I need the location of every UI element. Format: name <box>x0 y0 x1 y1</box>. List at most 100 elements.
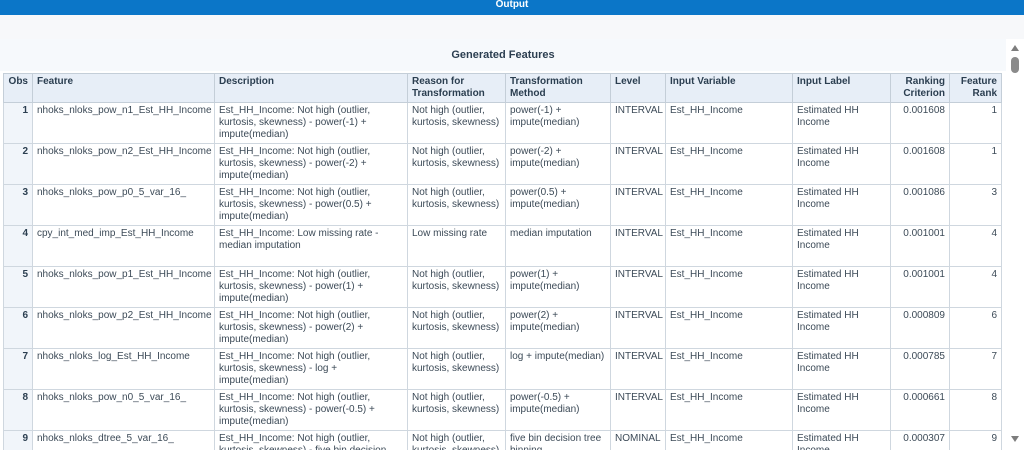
cell-ranking-criterion: 0.000785 <box>890 348 950 390</box>
header-reason[interactable]: Reason for Transformation <box>407 73 506 103</box>
cell-feature: nhoks_nloks_pow_p0_5_var_16_ <box>32 184 215 226</box>
cell-description: Est_HH_Income: Not high (outlier, kurtos… <box>214 143 408 185</box>
cell-feature-rank: 1 <box>949 143 1002 185</box>
cell-input-label: Estimated HH Income <box>792 348 891 390</box>
cell-description: Est_HH_Income: Not high (outlier, kurtos… <box>214 348 408 390</box>
scroll-down-arrow-icon[interactable] <box>1011 436 1019 442</box>
cell-method: power(1) + impute(median) <box>505 266 611 308</box>
cell-method: power(2) + impute(median) <box>505 307 611 349</box>
cell-description: Est_HH_Income: Not high (outlier, kurtos… <box>214 184 408 226</box>
header-method[interactable]: Transformation Method <box>505 73 611 103</box>
cell-feature: nhoks_nloks_pow_n2_Est_HH_Income <box>32 143 215 185</box>
output-title: Output <box>495 0 529 10</box>
table-row: 6 nhoks_nloks_pow_p2_Est_HH_Income Est_H… <box>3 307 1002 349</box>
table-caption: Generated Features <box>0 39 1006 71</box>
cell-feature: nhoks_nloks_pow_p2_Est_HH_Income <box>32 307 215 349</box>
cell-input-label: Estimated HH Income <box>792 143 891 185</box>
cell-obs: 8 <box>3 389 33 431</box>
cell-obs: 9 <box>3 430 33 450</box>
cell-method: five bin decision tree binning <box>505 430 611 450</box>
table-row: 2 nhoks_nloks_pow_n2_Est_HH_Income Est_H… <box>3 143 1002 185</box>
cell-input-variable: Est_HH_Income <box>665 102 793 144</box>
cell-description: Est_HH_Income: Not high (outlier, kurtos… <box>214 266 408 308</box>
cell-input-label: Estimated HH Income <box>792 184 891 226</box>
cell-feature-rank: 4 <box>949 266 1002 308</box>
cell-feature-rank: 8 <box>949 389 1002 431</box>
vertical-scrollbar[interactable] <box>1006 39 1024 450</box>
cell-input-label: Estimated HH Income <box>792 389 891 431</box>
table-row: 9 nhoks_nloks_dtree_5_var_16_ Est_HH_Inc… <box>3 430 1002 450</box>
cell-method: power(-1) + impute(median) <box>505 102 611 144</box>
cell-input-label: Estimated HH Income <box>792 430 891 450</box>
cell-reason: Not high (outlier, kurtosis, skewness) <box>407 348 506 390</box>
cell-ranking-criterion: 0.000307 <box>890 430 950 450</box>
cell-method: power(-2) + impute(median) <box>505 143 611 185</box>
cell-reason: Not high (outlier, kurtosis, skewness) <box>407 184 506 226</box>
cell-input-label: Estimated HH Income <box>792 225 891 267</box>
cell-reason: Not high (outlier, kurtosis, skewness) <box>407 266 506 308</box>
cell-input-label: Estimated HH Income <box>792 307 891 349</box>
header-feature[interactable]: Feature <box>32 73 215 103</box>
cell-ranking-criterion: 0.001608 <box>890 102 950 144</box>
header-ranking-criterion[interactable]: Ranking Criterion <box>890 73 950 103</box>
cell-feature: nhoks_nloks_pow_n0_5_var_16_ <box>32 389 215 431</box>
cell-ranking-criterion: 0.001608 <box>890 143 950 185</box>
cell-input-variable: Est_HH_Income <box>665 430 793 450</box>
cell-obs: 6 <box>3 307 33 349</box>
scrollbar-thumb[interactable] <box>1011 57 1019 73</box>
table-row: 5 nhoks_nloks_pow_p1_Est_HH_Income Est_H… <box>3 266 1002 308</box>
cell-reason: Not high (outlier, kurtosis, skewness) <box>407 430 506 450</box>
output-title-bar: Output <box>0 0 1024 15</box>
cell-reason: Not high (outlier, kurtosis, skewness) <box>407 389 506 431</box>
cell-obs: 7 <box>3 348 33 390</box>
cell-reason: Not high (outlier, kurtosis, skewness) <box>407 102 506 144</box>
cell-method: log + impute(median) <box>505 348 611 390</box>
header-description[interactable]: Description <box>214 73 408 103</box>
header-feature-rank[interactable]: Feature Rank <box>949 73 1002 103</box>
cell-level: INTERVAL <box>610 389 666 431</box>
cell-input-variable: Est_HH_Income <box>665 143 793 185</box>
table-row: 8 nhoks_nloks_pow_n0_5_var_16_ Est_HH_In… <box>3 389 1002 431</box>
scroll-up-arrow-icon[interactable] <box>1011 45 1019 51</box>
cell-input-variable: Est_HH_Income <box>665 348 793 390</box>
cell-ranking-criterion: 0.000661 <box>890 389 950 431</box>
header-input-label[interactable]: Input Label <box>792 73 891 103</box>
cell-level: INTERVAL <box>610 266 666 308</box>
cell-obs: 5 <box>3 266 33 308</box>
cell-level: INTERVAL <box>610 225 666 267</box>
header-gap <box>0 15 1024 39</box>
cell-feature: nhoks_nloks_pow_n1_Est_HH_Income <box>32 102 215 144</box>
cell-feature: nhoks_nloks_pow_p1_Est_HH_Income <box>32 266 215 308</box>
cell-reason: Low missing rate <box>407 225 506 267</box>
cell-feature: nhoks_nloks_dtree_5_var_16_ <box>32 430 215 450</box>
cell-feature: cpy_int_med_imp_Est_HH_Income <box>32 225 215 267</box>
table-row: 4 cpy_int_med_imp_Est_HH_Income Est_HH_I… <box>3 225 1002 267</box>
cell-obs: 1 <box>3 102 33 144</box>
cell-level: INTERVAL <box>610 348 666 390</box>
cell-description: Est_HH_Income: Not high (outlier, kurtos… <box>214 389 408 431</box>
cell-method: median imputation <box>505 225 611 267</box>
header-level[interactable]: Level <box>610 73 666 103</box>
cell-feature-rank: 1 <box>949 102 1002 144</box>
cell-reason: Not high (outlier, kurtosis, skewness) <box>407 307 506 349</box>
cell-obs: 4 <box>3 225 33 267</box>
cell-obs: 3 <box>3 184 33 226</box>
cell-input-variable: Est_HH_Income <box>665 184 793 226</box>
cell-feature-rank: 7 <box>949 348 1002 390</box>
header-input-variable[interactable]: Input Variable <box>665 73 793 103</box>
cell-level: INTERVAL <box>610 102 666 144</box>
cell-input-variable: Est_HH_Income <box>665 225 793 267</box>
cell-ranking-criterion: 0.001086 <box>890 184 950 226</box>
results-panel: Generated Features Obs Feature Descripti… <box>0 39 1006 450</box>
cell-description: Est_HH_Income: Not high (outlier, kurtos… <box>214 307 408 349</box>
cell-description: Est_HH_Income: Not high (outlier, kurtos… <box>214 430 408 450</box>
cell-level: INTERVAL <box>610 307 666 349</box>
header-obs[interactable]: Obs <box>3 73 33 103</box>
cell-input-label: Estimated HH Income <box>792 266 891 308</box>
cell-level: INTERVAL <box>610 143 666 185</box>
cell-input-variable: Est_HH_Income <box>665 389 793 431</box>
cell-ranking-criterion: 0.001001 <box>890 266 950 308</box>
cell-input-variable: Est_HH_Income <box>665 266 793 308</box>
generated-features-table: Obs Feature Description Reason for Trans… <box>3 73 1002 450</box>
table-row: 1 nhoks_nloks_pow_n1_Est_HH_Income Est_H… <box>3 102 1002 144</box>
